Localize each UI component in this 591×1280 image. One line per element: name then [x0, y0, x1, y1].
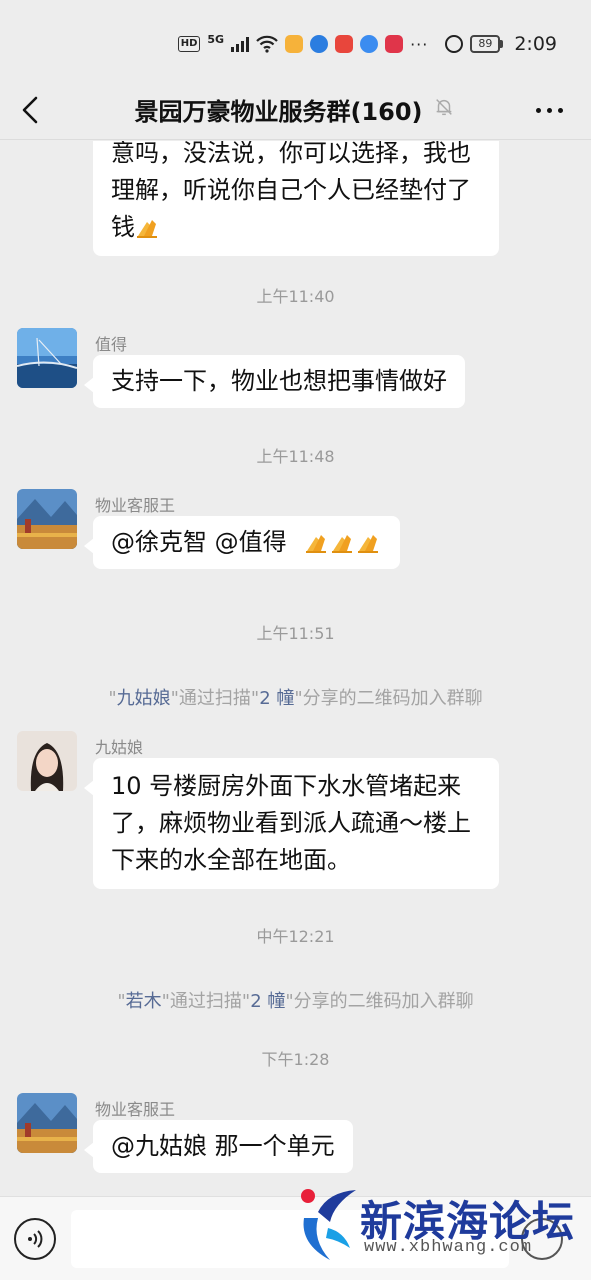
- mute-icon: [433, 96, 455, 124]
- message-text: @九姑娘 那一个单元: [111, 1132, 335, 1160]
- title-bar: 景园万豪物业服务群(160): [0, 84, 591, 140]
- clock: 2:09: [514, 33, 557, 55]
- app-notification-icon: [310, 35, 329, 53]
- timestamp: 上午11:48: [256, 447, 335, 466]
- avatar[interactable]: [17, 328, 77, 388]
- signal-icon: [231, 36, 250, 52]
- group-source-link[interactable]: 2 幢: [259, 688, 294, 709]
- pray-icon: [137, 220, 157, 238]
- avatar[interactable]: [17, 489, 77, 549]
- chat-title: 景园万豪物业服务群(160): [134, 98, 423, 126]
- system-quote: ": [108, 688, 117, 709]
- message-bubble[interactable]: 10 号楼厨房外面下水水管堵起来 了，麻烦物业看到派人疏通～楼上 下来的水全部在…: [84, 758, 499, 889]
- battery-icon: 89: [470, 35, 504, 53]
- timestamp: 上午11:40: [256, 287, 335, 306]
- chat-area[interactable]: 意吗，没法说，你可以选择，我也 理解，听说你自己个人已经垫付了 钱 上午11:4…: [0, 141, 591, 1196]
- alarm-icon: [445, 35, 464, 53]
- system-text: "分享的二维码加入群聊: [285, 991, 474, 1012]
- pray-icon: [306, 535, 327, 553]
- message-line: 10 号楼厨房外面下水水管堵起来: [111, 772, 462, 800]
- pray-icon: [332, 535, 353, 553]
- system-text: "通过扫描": [170, 688, 260, 709]
- input-bar: [0, 1196, 591, 1280]
- system-notice: "九姑娘"通过扫描"2 幢"分享的二维码加入群聊: [0, 684, 591, 710]
- app-notification-icon: [385, 35, 404, 53]
- app-notification-icon: [360, 35, 379, 53]
- system-notice: "若木"通过扫描"2 幢"分享的二维码加入群聊: [0, 987, 591, 1013]
- message-line: 钱: [111, 213, 135, 241]
- message-line: 意吗，没法说，你可以选择，我也: [111, 141, 471, 167]
- timestamp: 下午1:28: [261, 1050, 330, 1069]
- battery-level: 89: [470, 35, 501, 53]
- message-line: 了，麻烦物业看到派人疏通～楼上: [111, 809, 471, 837]
- status-bar: HD 5G ··· 89 2:09: [0, 0, 591, 84]
- group-source-link[interactable]: 2 幢: [250, 991, 285, 1012]
- voice-icon[interactable]: [14, 1218, 56, 1260]
- message-input[interactable]: [71, 1210, 509, 1268]
- message-text: @徐克智 @值得: [111, 528, 287, 556]
- sender-name: 物业客服王: [95, 1100, 176, 1119]
- message-bubble[interactable]: @九姑娘 那一个单元: [84, 1120, 353, 1173]
- system-text: "通过扫描": [161, 991, 251, 1012]
- timestamp: 中午12:21: [256, 927, 335, 946]
- timestamp: 上午11:51: [256, 624, 335, 643]
- message-bubble[interactable]: 支持一下，物业也想把事情做好: [84, 355, 465, 408]
- message-text: 支持一下，物业也想把事情做好: [111, 367, 447, 395]
- wifi-icon: [256, 35, 278, 53]
- network-type: 5G: [207, 32, 225, 46]
- message-bubble[interactable]: 意吗，没法说，你可以选择，我也 理解，听说你自己个人已经垫付了 钱: [93, 141, 499, 256]
- message-line: 下来的水全部在地面。: [111, 846, 351, 874]
- pray-icon: [358, 535, 379, 553]
- message-line: 理解，听说你自己个人已经垫付了: [111, 176, 471, 204]
- emoji-icon[interactable]: [521, 1218, 563, 1260]
- message-bubble[interactable]: @徐克智 @值得: [83, 516, 401, 569]
- avatar[interactable]: [17, 1093, 77, 1153]
- system-text: "分享的二维码加入群聊: [294, 688, 483, 709]
- avatar[interactable]: [17, 731, 77, 791]
- member-name-link[interactable]: 若木: [126, 991, 162, 1012]
- sender-name: 物业客服王: [95, 496, 176, 515]
- hd-badge: HD: [177, 36, 201, 52]
- app-notification-icon: [335, 35, 354, 53]
- system-quote: ": [117, 991, 126, 1012]
- more-icon[interactable]: [529, 94, 569, 126]
- more-notifications: ···: [410, 34, 429, 54]
- sender-name: 值得: [95, 335, 128, 354]
- member-name-link[interactable]: 九姑娘: [117, 688, 171, 709]
- sender-name: 九姑娘: [95, 738, 144, 757]
- app-notification-icon: [285, 35, 304, 53]
